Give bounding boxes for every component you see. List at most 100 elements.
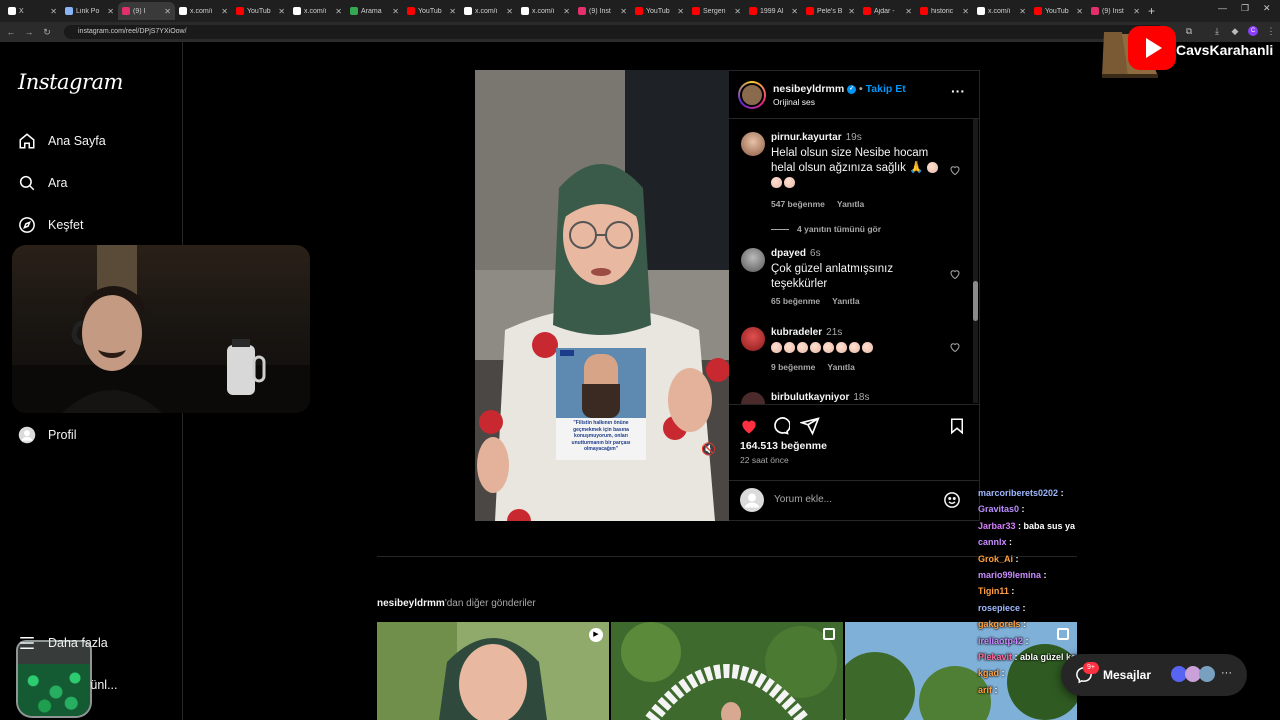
tab-close-icon[interactable]: ✕ xyxy=(1019,7,1026,16)
tab-close-icon[interactable]: ✕ xyxy=(791,7,798,16)
comment-like-icon[interactable] xyxy=(949,268,961,280)
tab-close-icon[interactable]: ✕ xyxy=(734,7,741,16)
streamer-webcam-overlay xyxy=(12,245,310,413)
commenter-avatar[interactable] xyxy=(741,392,765,404)
tab-close-icon[interactable]: ✕ xyxy=(278,7,285,16)
tab-close-icon[interactable]: ✕ xyxy=(449,7,456,16)
tab-close-icon[interactable]: ✕ xyxy=(677,7,684,16)
tab-close-icon[interactable]: ✕ xyxy=(905,7,912,16)
comments-scrollbar[interactable] xyxy=(973,119,978,403)
browser-tab[interactable]: Sergen ✕ xyxy=(688,2,745,20)
browser-tab[interactable]: (9) Inst ✕ xyxy=(574,2,631,20)
url-field[interactable]: instagram.com/reel/DPjS7YXiOow/ xyxy=(64,25,1164,39)
browser-tab[interactable]: X ✕ xyxy=(4,2,61,20)
share-icon[interactable] xyxy=(800,416,820,436)
more-options-icon[interactable]: ··· xyxy=(951,83,965,99)
reload-icon[interactable]: ↻ xyxy=(38,27,56,38)
tab-close-icon[interactable]: ✕ xyxy=(392,7,399,16)
more-posts-username[interactable]: nesibeyldrmm xyxy=(377,598,445,609)
liked-heart-icon[interactable] xyxy=(739,416,759,436)
browser-tab[interactable]: historic ✕ xyxy=(916,2,973,20)
tab-close-icon[interactable]: ✕ xyxy=(221,7,228,16)
tab-close-icon[interactable]: ✕ xyxy=(50,7,57,16)
new-tab-icon[interactable]: + xyxy=(1148,4,1155,18)
tab-close-icon[interactable]: ✕ xyxy=(1133,7,1140,16)
browser-tab[interactable]: YouTub ✕ xyxy=(1030,2,1087,20)
contact-avatar xyxy=(1199,666,1215,682)
browser-tab[interactable]: YouTub ✕ xyxy=(403,2,460,20)
browser-tab[interactable]: Ajdar - ✕ xyxy=(859,2,916,20)
emoji-picker-icon[interactable] xyxy=(943,491,961,509)
browser-tab[interactable]: x.com/i ✕ xyxy=(289,2,346,20)
tab-close-icon[interactable]: ✕ xyxy=(164,7,171,16)
comment-likes[interactable]: 65 beğenme xyxy=(771,296,820,306)
comments-list[interactable]: pirnur.kayurtar 19s Helal olsun size Nesi… xyxy=(729,120,979,404)
browser-tab[interactable]: (9) Inst ✕ xyxy=(1087,2,1144,20)
browser-tab[interactable]: Pele's B ✕ xyxy=(802,2,859,20)
comment-input[interactable]: Yorum ekle... xyxy=(774,494,832,505)
follow-button[interactable]: Takip Et xyxy=(866,83,906,95)
clap-emoji-icon xyxy=(784,342,795,354)
tab-close-icon[interactable]: ✕ xyxy=(620,7,627,16)
nav-home[interactable]: Ana Sayfa xyxy=(18,132,106,150)
maximize-icon[interactable]: ❐ xyxy=(1241,3,1249,14)
comment-like-icon[interactable] xyxy=(949,164,961,176)
scrollbar-thumb[interactable] xyxy=(973,281,978,321)
poster-avatar[interactable] xyxy=(738,81,766,109)
comment-like-icon[interactable] xyxy=(949,341,961,353)
post-thumbnail[interactable] xyxy=(845,622,1077,720)
browser-tab[interactable]: Arama ✕ xyxy=(346,2,403,20)
tab-close-icon[interactable]: ✕ xyxy=(1076,7,1083,16)
poster-username[interactable]: nesibeyldrmm xyxy=(773,83,844,95)
browser-tab[interactable]: (9) I ✕ xyxy=(118,2,175,20)
nav-explore[interactable]: Keşfet xyxy=(18,216,83,234)
tab-close-icon[interactable]: ✕ xyxy=(107,7,114,16)
tab-close-icon[interactable]: ✕ xyxy=(506,7,513,16)
like-count[interactable]: 164.513 beğenme xyxy=(740,440,827,452)
reply-button[interactable]: Yanıtla xyxy=(827,362,854,372)
instagram-logo[interactable]: Instagram xyxy=(18,70,123,94)
browser-tab[interactable]: 1999 Al ✕ xyxy=(745,2,802,20)
browser-tab[interactable]: x.com/i ✕ xyxy=(175,2,232,20)
mute-icon[interactable]: 🔇 xyxy=(701,442,716,456)
commenter-avatar[interactable] xyxy=(741,327,765,351)
browser-tab[interactable]: YouTub ✕ xyxy=(631,2,688,20)
reel-side-panel: nesibeyldrmm ✓ • Takip Et Orijinal ses ·… xyxy=(729,70,980,521)
comment-likes[interactable]: 547 beğenme xyxy=(771,199,825,209)
commenter-avatar[interactable] xyxy=(741,132,765,156)
comment-username[interactable]: pirnur.kayurtar xyxy=(771,132,842,143)
browser-tab[interactable]: Link Po ✕ xyxy=(61,2,118,20)
tab-close-icon[interactable]: ✕ xyxy=(962,7,969,16)
comment-username[interactable]: kubradeler xyxy=(771,327,822,338)
comment-icon[interactable] xyxy=(770,416,790,436)
reply-button[interactable]: Yanıtla xyxy=(837,199,864,209)
nav-search[interactable]: Ara xyxy=(18,174,67,192)
tab-close-icon[interactable]: ✕ xyxy=(335,7,342,16)
reply-button[interactable]: Yanıtla xyxy=(832,296,859,306)
tab-title: YouTub xyxy=(247,7,271,15)
browser-tab[interactable]: x.com/i ✕ xyxy=(460,2,517,20)
browser-tab[interactable]: YouTub ✕ xyxy=(232,2,289,20)
commenter-avatar[interactable] xyxy=(741,248,765,272)
comment-text: Helal olsun size Nesibe hocam helal olsu… xyxy=(771,147,929,174)
audio-label[interactable]: Orijinal ses xyxy=(773,97,815,107)
browser-tab[interactable]: x.com/i ✕ xyxy=(517,2,574,20)
comment-username[interactable]: birbulutkayniyor xyxy=(771,392,849,403)
save-bookmark-icon[interactable] xyxy=(948,416,966,436)
reel-video[interactable]: "Filistin halkının önüne geçmekmek için … xyxy=(475,70,729,521)
comment-time: 21s xyxy=(826,327,843,338)
back-icon[interactable]: ← xyxy=(2,27,20,37)
nav-profile[interactable]: Profil xyxy=(18,426,76,444)
minimize-icon[interactable]: — xyxy=(1218,3,1227,13)
window-close-icon[interactable]: ✕ xyxy=(1263,3,1271,14)
tab-close-icon[interactable]: ✕ xyxy=(563,7,570,16)
view-replies-button[interactable]: 4 yanıtın tümünü gör xyxy=(771,224,893,234)
post-thumbnail[interactable]: ▶ xyxy=(377,622,609,720)
post-thumbnail[interactable] xyxy=(611,622,843,720)
tab-close-icon[interactable]: ✕ xyxy=(848,7,855,16)
comment-likes[interactable]: 9 beğenme xyxy=(771,362,815,372)
browser-tab[interactable]: x.com/i ✕ xyxy=(973,2,1030,20)
comment-username[interactable]: dpayed xyxy=(771,248,806,259)
forward-icon[interactable]: → xyxy=(20,27,38,37)
messages-button[interactable]: 9+ Mesajlar ··· xyxy=(1061,654,1247,696)
